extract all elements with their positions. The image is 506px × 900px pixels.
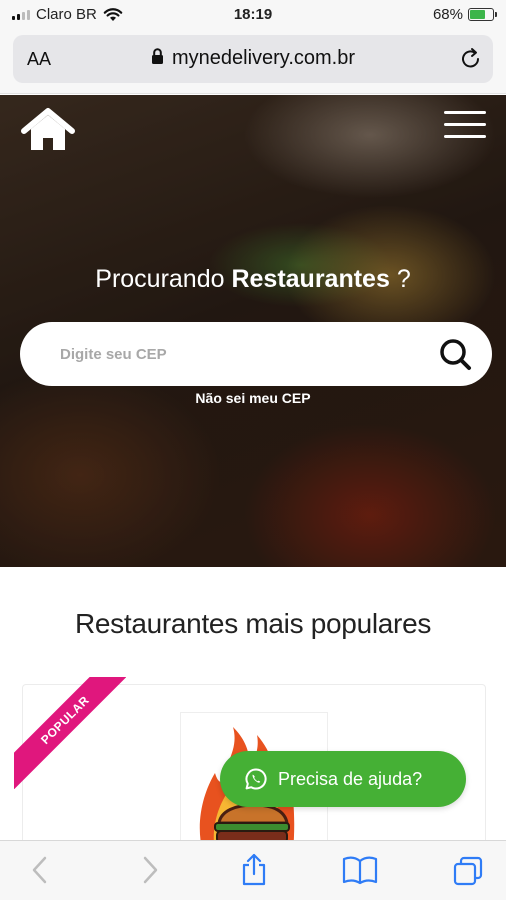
share-icon[interactable] <box>240 853 268 887</box>
lock-icon <box>151 48 163 64</box>
search-icon[interactable] <box>436 336 476 374</box>
whatsapp-help-button[interactable]: Precisa de ajuda? <box>220 751 466 807</box>
whatsapp-icon <box>245 768 267 790</box>
hero-title-suffix: ? <box>396 265 411 293</box>
section-title: Restaurantes mais populares <box>74 608 432 639</box>
status-right: 68% <box>432 6 497 23</box>
cep-input[interactable] <box>60 340 420 368</box>
home-icon[interactable] <box>20 107 76 153</box>
reload-icon[interactable] <box>459 46 483 72</box>
whatsapp-label: Precisa de ajuda? <box>278 768 423 789</box>
hero-banner: Procurando Restaurantes ? Não sei meu CE… <box>0 95 506 567</box>
browser-chrome: AA mynedelivery.com.br <box>0 30 506 94</box>
back-icon[interactable] <box>30 855 50 885</box>
hero-title-prefix: Procurando <box>95 265 225 293</box>
unknown-cep-link[interactable]: Não sei meu CEP <box>0 390 506 406</box>
menu-icon[interactable] <box>444 111 486 139</box>
bookmarks-icon[interactable] <box>342 855 378 885</box>
status-bar: Claro BR 18:19 68% <box>0 0 506 30</box>
hero-title-bold: Restaurantes <box>231 265 390 293</box>
battery-percent: 68% <box>432 6 463 23</box>
url-display[interactable]: mynedelivery.com.br <box>13 47 493 70</box>
cep-search-box <box>20 322 492 386</box>
forward-icon[interactable] <box>140 855 160 885</box>
hero-title: Procurando Restaurantes ? <box>0 265 506 294</box>
browser-toolbar <box>0 840 506 900</box>
popular-badge-label: POPULAR <box>14 677 126 789</box>
address-bar[interactable]: AA mynedelivery.com.br <box>13 35 493 83</box>
battery-icon <box>468 8 497 21</box>
url-text: mynedelivery.com.br <box>171 47 356 69</box>
status-time: 18:19 <box>233 6 273 23</box>
tabs-icon[interactable] <box>452 855 484 887</box>
popular-badge: POPULAR <box>14 677 126 789</box>
